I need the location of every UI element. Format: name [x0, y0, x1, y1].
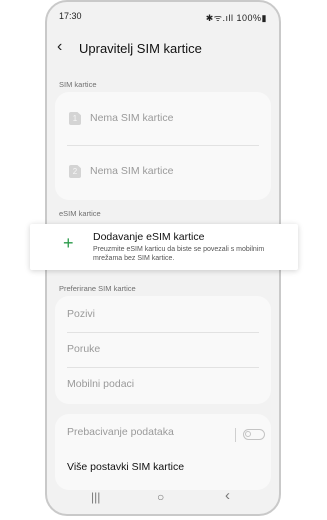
more-settings-card: Prebacivanje podataka Više postavki SIM … — [55, 414, 271, 490]
data-switching-row[interactable]: Prebacivanje podataka — [55, 414, 271, 452]
preferred-sim-list: Pozivi Poruke Mobilni podaci — [55, 296, 271, 404]
divider — [67, 145, 259, 146]
section-label-esim: eSIM kartice — [59, 209, 101, 218]
toggle-separator — [235, 428, 236, 442]
preferred-item-label: Mobilni podaci — [67, 378, 135, 390]
toggle-knob — [245, 431, 251, 437]
preferred-item-label: Pozivi — [67, 308, 96, 320]
add-esim-title: Dodavanje eSIM kartice — [93, 231, 205, 243]
more-sim-settings-row[interactable]: Više postavki SIM kartice — [55, 461, 271, 475]
preferred-mobile-data[interactable]: Mobilni podaci — [55, 378, 271, 392]
divider — [67, 367, 259, 368]
status-icons: ✱ᯤ.ıll 100%▮ — [205, 13, 267, 23]
more-sim-settings-label: Više postavki SIM kartice — [67, 461, 185, 473]
navigation-bar: ||| ○ ‹ — [47, 486, 279, 514]
add-esim-description: Preuzmite eSIM karticu da biste se povez… — [93, 246, 265, 262]
status-bar: 17:30 ✱ᯤ.ıll 100%▮ — [47, 2, 279, 28]
preferred-calls[interactable]: Pozivi — [55, 308, 271, 322]
back-arrow-icon[interactable]: ‹ — [57, 39, 62, 55]
sim-card-icon: 1 — [69, 112, 81, 125]
back-icon[interactable]: ‹ — [225, 487, 230, 504]
data-switching-toggle[interactable] — [243, 429, 265, 440]
sim-slot-label: Nema SIM kartice — [90, 165, 174, 177]
sim-slot-label: Nema SIM kartice — [90, 112, 174, 124]
divider — [67, 332, 259, 333]
sim-card-icon: 2 — [69, 165, 81, 178]
sim-slot-2[interactable]: 2 Nema SIM kartice — [55, 165, 271, 179]
page-title: Upravitelj SIM kartice — [79, 41, 202, 56]
plus-icon: + — [63, 233, 74, 253]
preferred-item-label: Poruke — [67, 343, 101, 355]
sim-slot-1[interactable]: 1 Nema SIM kartice — [55, 112, 271, 126]
recents-icon[interactable]: ||| — [91, 490, 100, 504]
section-label-sim: SIM kartice — [59, 80, 97, 89]
header: ‹ Upravitelj SIM kartice — [47, 34, 279, 64]
sim-card-list: 1 Nema SIM kartice 2 Nema SIM kartice — [55, 92, 271, 200]
add-esim-button[interactable]: + Dodavanje eSIM kartice Preuzmite eSIM … — [30, 224, 298, 270]
status-time: 17:30 — [59, 11, 82, 21]
section-label-preferred: Preferirane SIM kartice — [59, 284, 136, 293]
home-icon[interactable]: ○ — [157, 490, 164, 504]
preferred-messages[interactable]: Poruke — [55, 343, 271, 357]
data-switching-label: Prebacivanje podataka — [67, 426, 174, 438]
